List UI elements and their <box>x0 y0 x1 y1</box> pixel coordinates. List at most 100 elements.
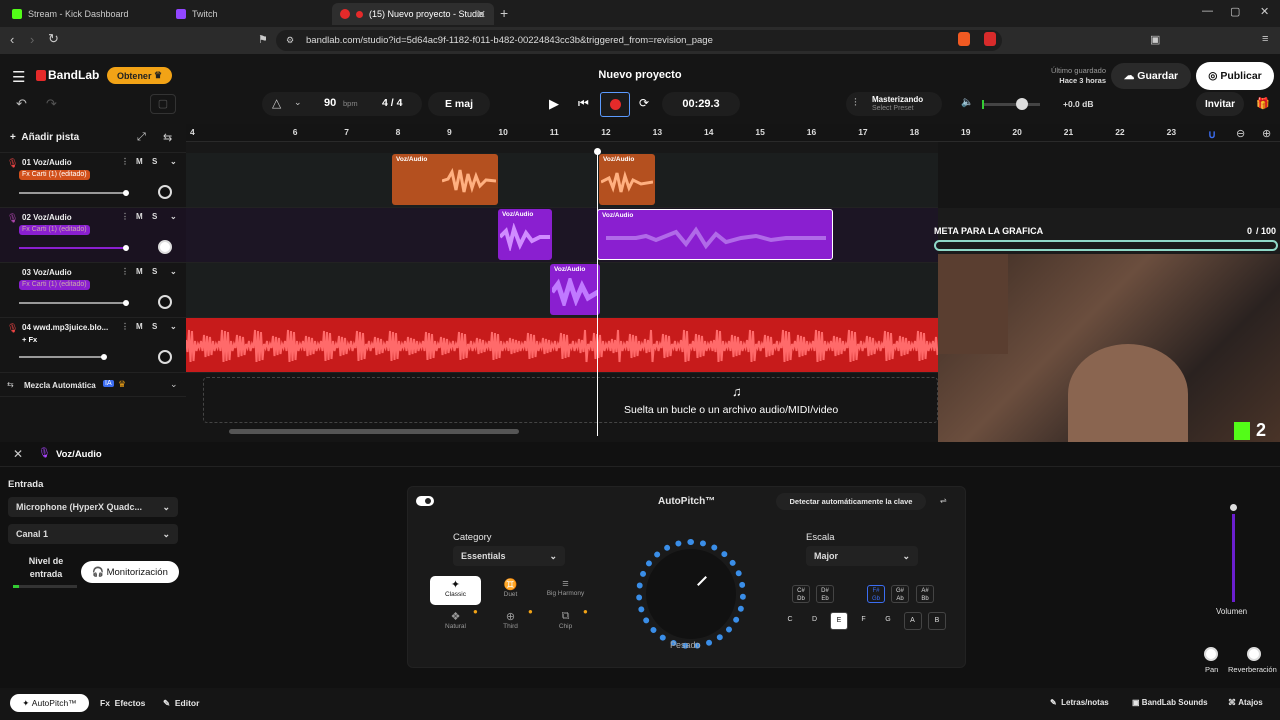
volume-slider[interactable] <box>19 354 107 360</box>
minimize-icon[interactable]: — <box>1202 5 1213 17</box>
horizontal-scrollbar[interactable] <box>229 429 519 434</box>
chevron-down-icon[interactable]: ⌄ <box>170 212 177 221</box>
tab-twitch[interactable]: Twitch <box>168 3 328 25</box>
monitor-button[interactable]: 🎧 Monitorización <box>81 561 179 583</box>
clip[interactable]: Voz/Audio <box>550 264 600 315</box>
metronome-icon[interactable]: △ <box>272 96 281 110</box>
lane-3[interactable]: Voz/Audio <box>186 263 938 318</box>
zoom-in-icon[interactable]: ⊕ <box>1262 127 1271 140</box>
chevron-down-icon[interactable]: ⌄ <box>170 322 177 331</box>
pan-knob[interactable] <box>158 240 172 254</box>
fx-badge[interactable]: Fx Carti (1) (editado) <box>19 225 90 235</box>
mute-button[interactable]: M <box>136 157 143 166</box>
track-name[interactable]: 04 wwd.mp3juice.blo... <box>22 323 108 332</box>
clip-selected[interactable]: Voz/Audio <box>597 209 833 260</box>
maximize-icon[interactable]: ▢ <box>1230 5 1240 18</box>
slider-thumb[interactable] <box>123 245 129 251</box>
brave-rewards-icon[interactable] <box>984 32 996 46</box>
key-f[interactable]: F <box>855 612 873 630</box>
track-header-2[interactable]: 🎙 02 Voz/Audio Fx Carti (1) (editado) ⋮ … <box>0 208 186 263</box>
add-track-button[interactable]: + Añadir pista <box>10 132 79 143</box>
site-info-icon[interactable]: ⚙ <box>286 35 294 46</box>
lyrics-button[interactable]: ✎ Letras/notas <box>1050 698 1109 707</box>
wallet-icon[interactable]: ▣ <box>1150 33 1160 46</box>
close-tab-icon[interactable]: ✕ <box>477 8 486 21</box>
channel-select[interactable]: Canal 1 ⌄ <box>8 524 178 544</box>
slider-thumb[interactable] <box>123 190 129 196</box>
lane-1[interactable]: Voz/Audio Voz/Audio <box>186 153 938 208</box>
undo-icon[interactable]: ↶ <box>16 96 27 112</box>
pan-knob[interactable] <box>158 185 172 199</box>
close-icon[interactable]: ✕ <box>13 447 23 461</box>
record-button[interactable] <box>600 92 630 117</box>
zoom-out-icon[interactable]: ⊖ <box>1236 127 1245 140</box>
sharp-key[interactable]: G# Ab <box>891 585 909 603</box>
mastering-button[interactable]: ⫶ Masterizando Select Preset <box>846 92 942 116</box>
volume-fader-thumb[interactable] <box>1230 504 1237 511</box>
invite-button[interactable]: Invitar <box>1196 92 1244 116</box>
time-signature[interactable]: 4 / 4 <box>382 97 402 109</box>
loop-button[interactable]: ⟳ <box>639 96 649 110</box>
playhead[interactable] <box>597 150 598 436</box>
fx-badge[interactable]: Fx Carti (1) (editado) <box>19 170 90 180</box>
master-volume-thumb[interactable] <box>1016 98 1028 110</box>
close-window-icon[interactable]: ✕ <box>1260 5 1269 18</box>
volume-slider[interactable] <box>19 245 129 251</box>
preset-classic[interactable]: ✦ Classic <box>430 576 481 605</box>
project-title[interactable]: Nuevo proyecto <box>560 69 720 81</box>
pitch-knob[interactable] <box>646 549 736 639</box>
speaker-icon[interactable]: 🔈 <box>961 97 973 108</box>
slider-thumb[interactable] <box>101 354 107 360</box>
key-a[interactable]: A <box>903 612 922 630</box>
preset-big-harmony[interactable]: ≡ Big Harmony <box>540 576 591 605</box>
key-d[interactable]: D <box>806 612 824 630</box>
chevron-down-icon[interactable]: ⌄ <box>294 97 302 108</box>
solo-button[interactable]: S <box>152 267 157 276</box>
back-icon[interactable]: ‹ <box>10 32 14 47</box>
slider-thumb[interactable] <box>123 300 129 306</box>
mute-button[interactable]: M <box>136 267 143 276</box>
detect-key-button[interactable]: Detectar automáticamente la clave <box>776 493 926 510</box>
volume-slider[interactable] <box>19 300 129 306</box>
url-field[interactable]: bandlab.com/studio?id=5d64ac9f-1182-f011… <box>276 30 1002 51</box>
gift-icon[interactable]: 🎁 <box>1256 97 1270 110</box>
wand-icon[interactable]: ⤢ <box>137 131 146 144</box>
sounds-button[interactable]: ▣ BandLab Sounds <box>1132 698 1208 707</box>
fx-badge[interactable]: + Fx <box>19 335 40 345</box>
clip[interactable]: Voz/Audio <box>599 154 655 205</box>
pan-knob[interactable] <box>158 295 172 309</box>
key-g[interactable]: G <box>879 612 897 630</box>
mute-button[interactable]: M <box>136 322 143 331</box>
sharp-key[interactable]: D# Eb <box>816 585 834 603</box>
timeline-ruler[interactable]: 4 6 7 8 9 10 11 12 13 14 15 16 17 18 19 20 21 22 23 <box>186 124 1280 142</box>
clip[interactable]: Voz/Audio <box>498 209 552 260</box>
volume-slider[interactable] <box>19 190 129 196</box>
track-name[interactable]: 03 Voz/Audio <box>22 268 72 277</box>
solo-button[interactable]: S <box>152 322 157 331</box>
track-header-3[interactable]: 03 Voz/Audio Fx Carti (1) (editado) ⋮ M … <box>0 263 186 318</box>
key-e[interactable]: E <box>830 612 848 630</box>
publish-button[interactable]: ◎ Publicar <box>1196 62 1274 90</box>
volume-fader[interactable] <box>1232 514 1235 602</box>
input-device-select[interactable]: Microphone (HyperX Quadc... ⌄ <box>8 497 178 517</box>
play-button[interactable]: ▶ <box>549 96 559 112</box>
key-selector[interactable]: E maj <box>428 92 490 116</box>
brave-icon[interactable] <box>958 32 970 46</box>
track-name[interactable]: 02 Voz/Audio <box>22 213 72 222</box>
more-icon[interactable]: ⋮ <box>121 322 129 331</box>
master-volume-slider[interactable] <box>982 98 1040 110</box>
more-icon[interactable]: ⋮ <box>121 212 129 221</box>
settings-icon[interactable]: ⇌ <box>940 496 947 505</box>
shortcuts-button[interactable]: ⌘ Atajos <box>1228 698 1263 707</box>
more-icon[interactable]: ⋮ <box>121 267 129 276</box>
playhead-handle[interactable] <box>594 148 601 155</box>
tab-bandlab[interactable]: (15) Nuevo proyecto - Studio ✕ <box>332 3 494 25</box>
tab-kick[interactable]: Stream - Kick Dashboard <box>4 3 164 25</box>
sharp-key[interactable]: A# Bb <box>916 585 934 603</box>
bookmark-icon[interactable]: ⚑ <box>258 33 268 46</box>
magnet-icon[interactable]: ∪ <box>1208 128 1216 141</box>
track-name[interactable]: 01 Voz/Audio <box>22 158 72 167</box>
key-b[interactable]: B <box>928 612 946 630</box>
effects-tab[interactable]: Fx Efectos <box>100 698 145 708</box>
pan-knob[interactable] <box>158 350 172 364</box>
